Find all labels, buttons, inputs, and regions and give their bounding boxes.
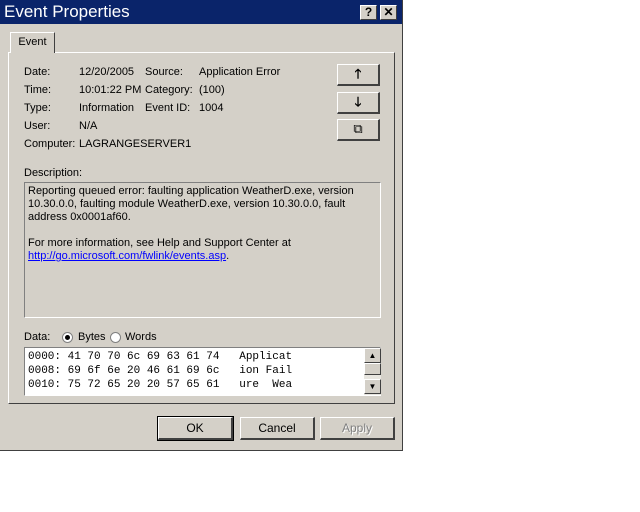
- cancel-button[interactable]: Cancel: [240, 417, 315, 440]
- help-info-text: For more information, see Help and Suppo…: [28, 237, 291, 249]
- radio-selected-dot: [65, 335, 70, 340]
- date-value: 12/20/2005: [79, 66, 135, 78]
- scroll-thumb[interactable]: [364, 363, 381, 375]
- time-value: 10:01:22 PM: [79, 84, 142, 96]
- data-label: Data:: [24, 331, 51, 343]
- computer-value: LAGRANGESERVER1: [79, 138, 192, 150]
- type-value: Information: [79, 102, 135, 114]
- source-label: Source:: [145, 66, 183, 78]
- time-label: Time:: [24, 84, 52, 96]
- copy-icon: ⧉: [353, 121, 363, 136]
- category-value: (100): [199, 84, 225, 96]
- source-value: Application Error: [199, 66, 281, 78]
- description-text: Reporting queued error: faulting applica…: [28, 185, 354, 223]
- bytes-radio[interactable]: [62, 332, 73, 343]
- event-properties-dialog: Event Properties ? ✕ Event Date: 12/20/2…: [0, 0, 403, 451]
- scroll-down-arrow-icon[interactable]: ▼: [364, 379, 381, 394]
- user-label: User:: [24, 120, 51, 132]
- help-link-suffix: .: [226, 250, 230, 262]
- arrow-down-icon: 🡓: [354, 94, 362, 109]
- ok-button[interactable]: OK: [157, 416, 234, 441]
- previous-event-button[interactable]: 🡑: [337, 64, 380, 86]
- scroll-up-arrow-icon[interactable]: ▲: [364, 348, 381, 363]
- title-bar[interactable]: Event Properties ? ✕: [0, 0, 402, 24]
- copy-button[interactable]: ⧉: [337, 119, 380, 141]
- description-label: Description:: [24, 167, 83, 179]
- hex-row: 0008: 69 6f 6e 20 46 61 69 6c ion Fail: [28, 365, 293, 377]
- event-id-label: Event ID:: [145, 102, 191, 114]
- hex-row: 0000: 41 70 70 6c 69 63 61 74 Applicat: [28, 351, 293, 363]
- words-radio[interactable]: [110, 332, 121, 343]
- arrow-up-icon: 🡑: [354, 66, 362, 81]
- help-link[interactable]: http://go.microsoft.com/fwlink/events.as…: [28, 250, 226, 262]
- close-button[interactable]: ✕: [380, 5, 397, 20]
- data-hex-view[interactable]: 0000: 41 70 70 6c 69 63 61 74 Applicat 0…: [24, 347, 381, 396]
- bytes-radio-label[interactable]: Bytes: [78, 331, 106, 343]
- category-label: Category:: [145, 84, 193, 96]
- window-title: Event Properties: [4, 2, 130, 21]
- help-link-row: http://go.microsoft.com/fwlink/events.as…: [28, 250, 377, 263]
- date-label: Date:: [24, 66, 51, 78]
- next-event-button[interactable]: 🡓: [337, 92, 380, 114]
- description-box[interactable]: Reporting queued error: faulting applica…: [24, 182, 381, 318]
- computer-label: Computer:: [24, 138, 76, 150]
- words-radio-label[interactable]: Words: [125, 331, 157, 343]
- event-id-value: 1004: [199, 102, 224, 114]
- vertical-scrollbar[interactable]: ▲ ▼: [364, 348, 381, 395]
- apply-button[interactable]: Apply: [320, 417, 395, 440]
- tab-event[interactable]: Event: [10, 32, 55, 53]
- user-value: N/A: [79, 120, 98, 132]
- hex-row: 0010: 75 72 65 20 20 57 65 61 ure Wea: [28, 379, 293, 391]
- help-button[interactable]: ?: [360, 5, 377, 20]
- type-label: Type:: [24, 102, 51, 114]
